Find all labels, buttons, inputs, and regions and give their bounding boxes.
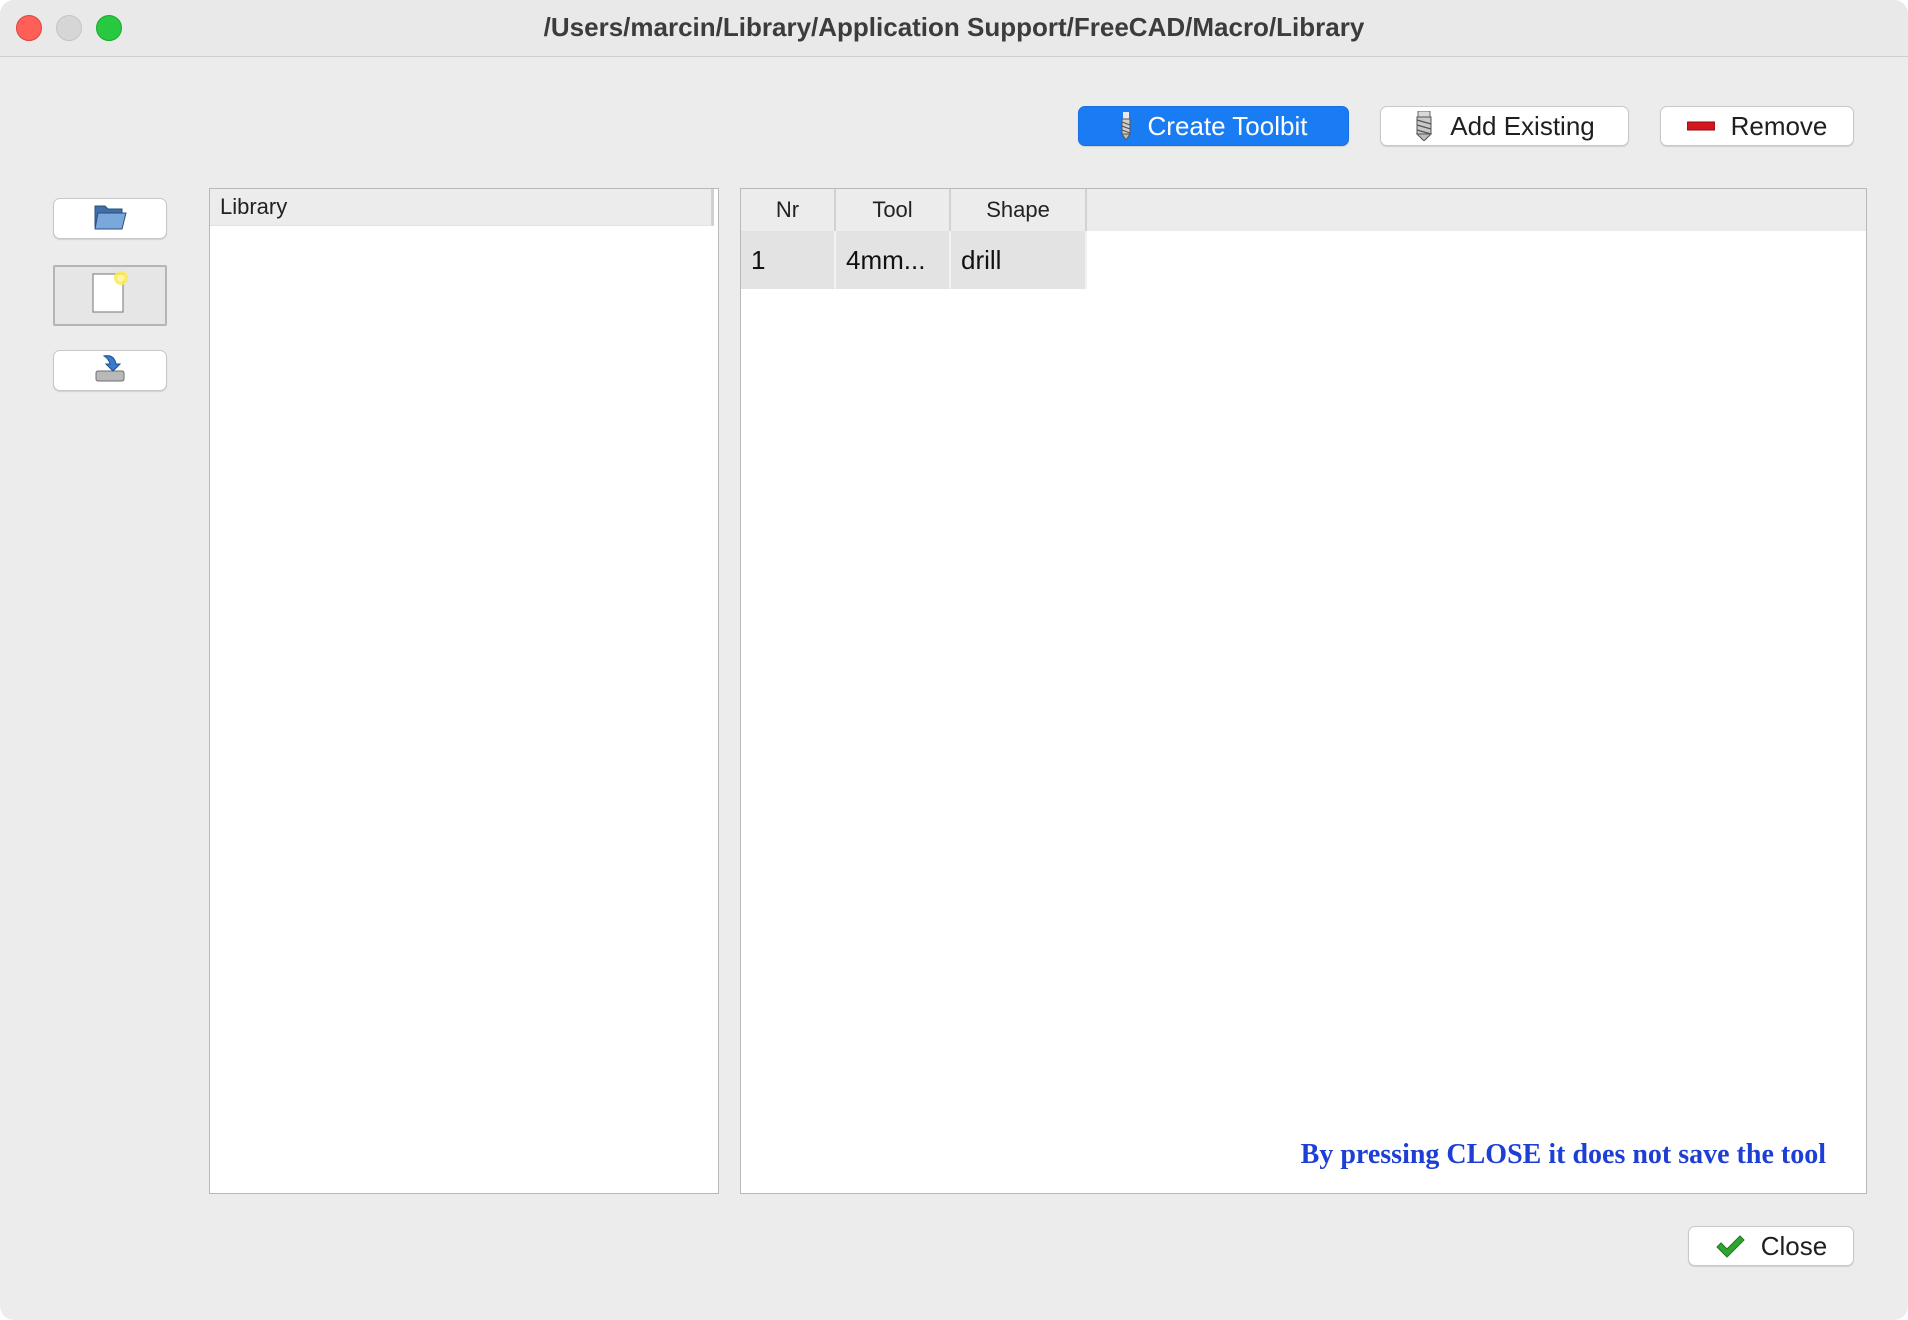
- checkmark-icon: [1715, 1234, 1745, 1258]
- title-bar: /Users/marcin/Library/Application Suppor…: [0, 0, 1908, 57]
- open-library-button[interactable]: [53, 198, 167, 239]
- create-toolbit-button[interactable]: Create Toolbit: [1078, 106, 1349, 146]
- close-button[interactable]: Close: [1688, 1226, 1854, 1266]
- tool-table[interactable]: Nr Tool Shape 1 4mm... drill By pressing…: [740, 188, 1867, 1194]
- table-cell-nr[interactable]: 1: [741, 231, 836, 289]
- close-warning-note: By pressing CLOSE it does not save the t…: [1300, 1139, 1826, 1170]
- table-row[interactable]: 1 4mm... drill: [741, 231, 1866, 289]
- save-icon: [94, 353, 126, 388]
- table-cell-tool[interactable]: 4mm...: [836, 231, 951, 289]
- column-header-nr[interactable]: Nr: [741, 189, 836, 231]
- library-list[interactable]: Library: [209, 188, 719, 1194]
- drill-bit-icon: [1120, 112, 1132, 140]
- window-title: /Users/marcin/Library/Application Suppor…: [543, 12, 1365, 42]
- column-header-tool[interactable]: Tool: [836, 189, 951, 231]
- open-folder-icon: [93, 202, 127, 235]
- new-library-button[interactable]: [53, 265, 167, 326]
- add-existing-button[interactable]: Add Existing: [1380, 106, 1629, 146]
- close-label: Close: [1760, 1230, 1828, 1261]
- library-window: /Users/marcin/Library/Application Suppor…: [0, 0, 1908, 1320]
- table-header: Nr Tool Shape: [741, 189, 1866, 231]
- remove-label: Remove: [1730, 110, 1828, 141]
- remove-button[interactable]: Remove: [1660, 106, 1854, 146]
- add-existing-label: Add Existing: [1450, 110, 1595, 141]
- new-document-icon: [89, 270, 131, 321]
- column-header-shape[interactable]: Shape: [951, 189, 1087, 231]
- save-library-button[interactable]: [53, 350, 167, 391]
- create-toolbit-label: Create Toolbit: [1147, 110, 1308, 141]
- library-column-header[interactable]: Library: [210, 189, 714, 226]
- table-cell-shape[interactable]: drill: [951, 231, 1087, 289]
- drill-bits-icon: [1414, 111, 1434, 141]
- minus-icon: [1686, 121, 1715, 131]
